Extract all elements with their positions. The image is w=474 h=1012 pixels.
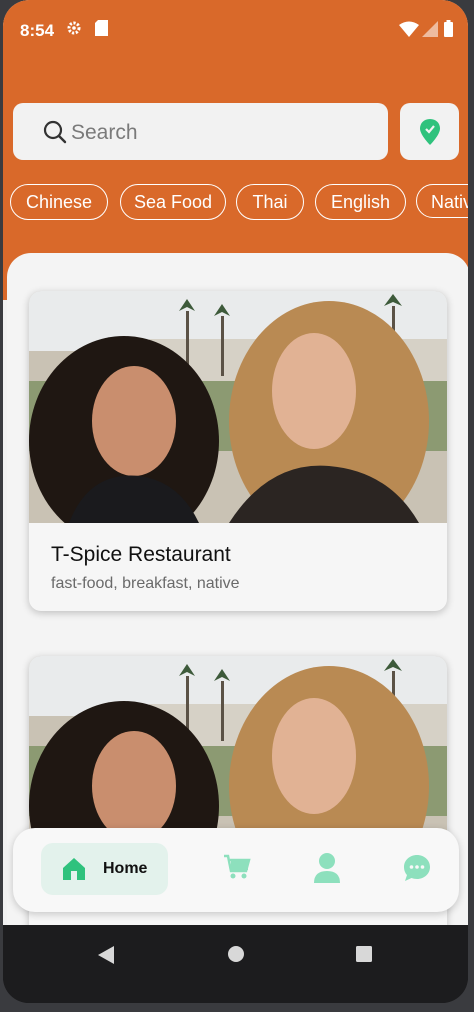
search-icon bbox=[43, 120, 67, 144]
home-circle-icon[interactable] bbox=[227, 945, 245, 968]
chip-native[interactable]: Native bbox=[416, 184, 468, 218]
back-icon[interactable] bbox=[97, 945, 115, 970]
search-input[interactable]: Search bbox=[13, 103, 388, 160]
chip-chinese[interactable]: Chinese bbox=[10, 184, 108, 220]
nav-home-label: Home bbox=[103, 860, 148, 877]
settings-icon bbox=[66, 20, 82, 41]
battery-icon bbox=[444, 20, 453, 42]
restaurant-list: T-Spice Restaurant fast-food, breakfast,… bbox=[7, 253, 468, 925]
nav-home-button[interactable]: Home bbox=[41, 843, 168, 895]
search-placeholder: Search bbox=[71, 121, 138, 144]
cart-icon bbox=[224, 854, 251, 879]
restaurant-name: T-Spice Restaurant bbox=[51, 543, 231, 566]
status-time: 8:54 bbox=[20, 21, 55, 40]
profile-icon bbox=[314, 853, 340, 883]
wifi-icon bbox=[399, 21, 419, 42]
chip-thai[interactable]: Thai bbox=[236, 184, 304, 220]
signal-icon bbox=[422, 21, 438, 42]
app-screen: 8:54 Search Chinese Sea Food Thai Englis… bbox=[3, 0, 468, 925]
phone-frame: 8:54 Search Chinese Sea Food Thai Englis… bbox=[3, 0, 468, 1003]
home-icon bbox=[63, 858, 85, 880]
nav-chat-button[interactable] bbox=[403, 854, 431, 887]
sd-card-icon bbox=[95, 20, 108, 41]
restaurant-photo bbox=[29, 291, 447, 523]
location-pin-icon bbox=[420, 119, 440, 145]
nav-cart-button[interactable] bbox=[223, 854, 251, 885]
system-nav-bar bbox=[3, 925, 468, 1003]
restaurant-tags: fast-food, breakfast, native bbox=[51, 575, 240, 592]
location-button[interactable] bbox=[400, 103, 459, 160]
chat-icon bbox=[404, 855, 430, 881]
bottom-nav: Home bbox=[13, 828, 459, 912]
nav-profile-button[interactable] bbox=[313, 852, 341, 889]
status-bar: 8:54 bbox=[3, 0, 468, 48]
restaurant-card[interactable]: T-Spice Restaurant fast-food, breakfast,… bbox=[29, 291, 447, 611]
chip-english[interactable]: English bbox=[315, 184, 406, 220]
category-chips: Chinese Sea Food Thai English Native bbox=[8, 184, 468, 220]
chip-sea-food[interactable]: Sea Food bbox=[120, 184, 226, 220]
recents-icon[interactable] bbox=[355, 945, 373, 968]
